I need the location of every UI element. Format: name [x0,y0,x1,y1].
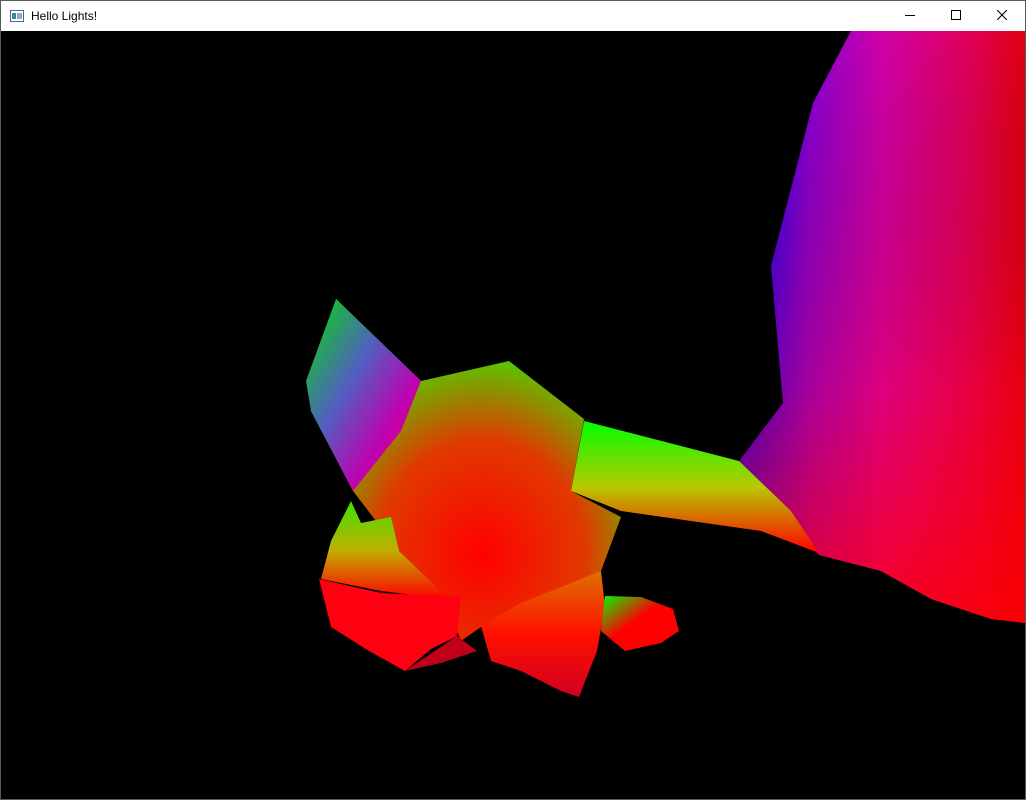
maximize-button[interactable] [933,1,979,31]
mesh-toe [601,596,679,651]
title-bar[interactable]: Hello Lights! [1,1,1025,31]
window-controls [887,1,1025,31]
scene-canvas [306,31,1025,697]
application-window: Hello Lights! [0,0,1026,800]
minimize-button[interactable] [887,1,933,31]
close-button[interactable] [979,1,1025,31]
app-window-icon [9,8,25,24]
minimize-icon [905,7,915,25]
render-viewport[interactable] [1,31,1025,799]
maximize-icon [951,7,961,25]
close-icon [996,7,1008,25]
window-title: Hello Lights! [31,9,98,23]
